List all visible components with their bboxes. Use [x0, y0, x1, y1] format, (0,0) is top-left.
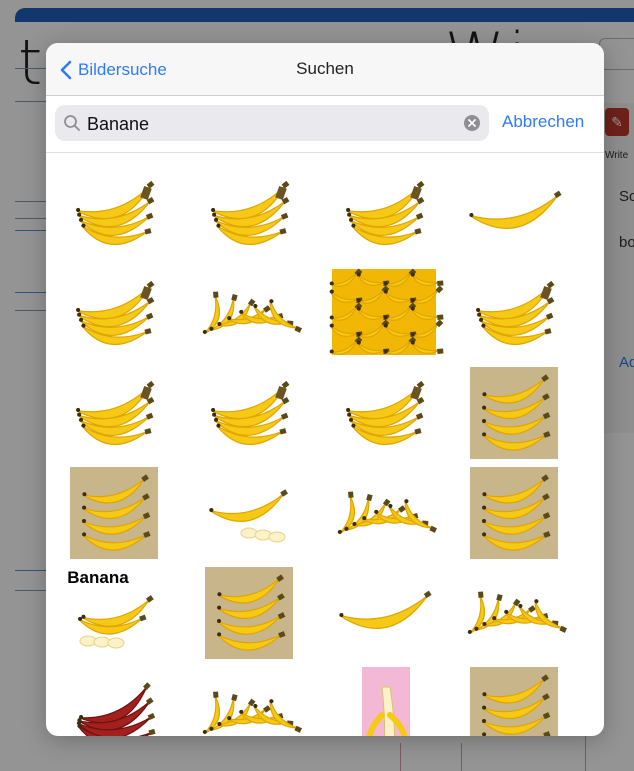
image-result-banana-bunch-portrait-photo[interactable]: [54, 465, 174, 561]
modal-title: Suchen: [296, 59, 354, 78]
clear-icon: [468, 119, 476, 127]
image-result-banana-bunch-photo[interactable]: [454, 365, 574, 461]
search-bar: Abbrechen: [46, 96, 604, 153]
image-result-banana-bunch-small[interactable]: [54, 165, 174, 261]
clear-search-button[interactable]: [464, 115, 480, 131]
image-result-banana-bunch-ripe[interactable]: [324, 365, 444, 461]
image-result-banana-bunch-wide[interactable]: [189, 365, 309, 461]
image-result-banana-single-long[interactable]: [324, 565, 444, 661]
image-result-banana-cluster-green[interactable]: [324, 465, 444, 561]
image-result-banana-bunch-flat[interactable]: [189, 165, 309, 261]
image-result-banana-red-bunch[interactable]: [54, 665, 174, 736]
image-result-banana-cluster-small[interactable]: [189, 265, 309, 361]
image-result-banana-hand-fan[interactable]: [189, 665, 309, 736]
image-result-banana-cluster-wide[interactable]: [454, 565, 574, 661]
image-result-banana-bunch-upright[interactable]: [54, 265, 174, 361]
navigation-bar: Bildersuche Suchen: [46, 43, 604, 96]
image-result-banana-plantation-photo[interactable]: [454, 465, 574, 561]
image-result-banana-bunch-large[interactable]: [324, 165, 444, 261]
search-field: [55, 105, 489, 143]
search-input[interactable]: [85, 105, 459, 143]
image-result-banana-plantain-photo[interactable]: [454, 665, 574, 736]
image-result-banana-sliced[interactable]: [189, 465, 309, 561]
image-result-banana-peeled-pink[interactable]: [324, 665, 444, 736]
cancel-button[interactable]: Abbrechen: [502, 112, 584, 132]
image-search-modal: Bildersuche Suchen Abbrechen: [46, 43, 604, 736]
image-result-banana-bunch-right[interactable]: [454, 265, 574, 361]
svg-text:Banana: Banana: [67, 568, 129, 587]
image-result-banana-bunch-hand[interactable]: [54, 365, 174, 461]
image-result-banana-faces-photo[interactable]: [189, 565, 309, 661]
image-result-banana-pile-pattern[interactable]: [324, 265, 444, 361]
image-result-banana-labeled-sliced[interactable]: Banana: [54, 565, 174, 661]
image-result-banana-single-curved[interactable]: [454, 165, 574, 261]
image-results-grid: Banana: [46, 153, 604, 736]
search-icon: [64, 115, 80, 131]
